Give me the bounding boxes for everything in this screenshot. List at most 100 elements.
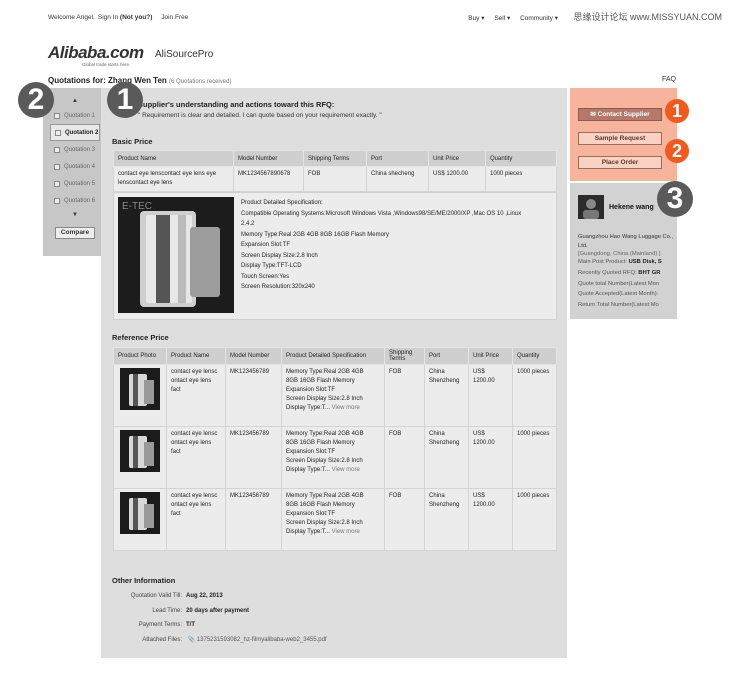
quotation-item-2[interactable]: Quotation 2	[50, 124, 100, 141]
product-name-cell: contact eye lenscontact eye lens eye len…	[113, 166, 234, 192]
payment-terms-value: T/T	[186, 622, 195, 628]
phone-case-icon: E-TEC	[118, 197, 234, 313]
contact-supplier-button[interactable]: ✉ Contact Supplier	[578, 108, 662, 121]
port-cell: China Shenzheng	[424, 426, 469, 489]
spec-line: Screen Display Size:2.8 Inch	[241, 252, 318, 259]
checkbox[interactable]	[54, 180, 60, 187]
compare-button[interactable]: Compare	[55, 227, 95, 239]
rfq-statement: " Requirement is clear and detailed. I c…	[138, 112, 382, 119]
table-row: contact eye lensc ontact eye lens fact M…	[113, 364, 557, 427]
spec-line: Expansion Slot:TF	[286, 449, 336, 455]
spec-line: Screen Display Size:2.8 Inch	[286, 458, 363, 464]
view-more-link[interactable]: View more	[332, 405, 360, 411]
quotation-item-6[interactable]: Quotation 6	[50, 192, 100, 209]
sample-request-button[interactable]: Sample Request	[578, 132, 662, 145]
view-more-link[interactable]: View more	[332, 529, 360, 535]
product-thumbnail[interactable]	[120, 368, 160, 410]
quotation-item-3[interactable]: Quotation 3	[50, 141, 100, 158]
quotation-item-1[interactable]: Quotation 1	[50, 107, 100, 124]
spec-line: Display Type:T...	[286, 529, 330, 535]
spec-line: Memory Type:Real 2GB 4GB	[286, 369, 364, 375]
column-header: Port	[366, 150, 429, 167]
phone-case-icon	[120, 368, 160, 410]
scroll-up-arrow-icon[interactable]: ▲	[50, 95, 100, 107]
port-cell: China Shenzheng	[424, 364, 469, 427]
port-cell: China Shenzheng	[424, 488, 469, 551]
person-icon	[578, 195, 604, 219]
quotation-label: Quotation 6	[64, 197, 96, 204]
product-thumbnail[interactable]	[120, 492, 160, 534]
checkbox[interactable]	[54, 146, 60, 153]
main-product-label: Main Post Product:	[578, 259, 627, 265]
supplier-company[interactable]: Guangzhou Hao Wang Luggage Co., Ltd.	[578, 233, 674, 250]
sign-in-link[interactable]: Sign In	[98, 14, 118, 21]
spec-title: Product Detailed Specification:	[241, 200, 323, 206]
checkbox[interactable]	[54, 163, 60, 170]
product-photo-cell[interactable]	[113, 488, 167, 551]
phone-case-icon	[120, 430, 160, 472]
model-number-cell: MK1234567890678	[233, 166, 304, 192]
supplier-name[interactable]: Hekene wang	[609, 204, 654, 211]
spec-line: 8GB 16GB Flash Memory	[286, 378, 355, 384]
product-thumbnail[interactable]	[120, 430, 160, 472]
buy-menu[interactable]: Buy ▾	[468, 15, 484, 22]
annotation-badge-1: 1	[107, 82, 143, 118]
supplier-avatar[interactable]	[578, 195, 604, 219]
place-order-button[interactable]: Place Order	[578, 156, 662, 169]
basic-price-table: Product Name Model Number Shipping Terms…	[113, 150, 557, 192]
column-header: Model Number	[225, 347, 282, 365]
logo-tagline: Global trade starts here.	[82, 62, 131, 67]
checkbox[interactable]	[54, 197, 60, 204]
checkbox[interactable]	[55, 129, 61, 136]
attached-file-link[interactable]: 1375231593082_hz-filmyalibaba-web2_3455.…	[197, 637, 327, 643]
column-header: Quantity	[512, 347, 557, 365]
lead-time-row: Lead Time: 20 days after payment	[112, 608, 249, 614]
product-photo-cell[interactable]	[113, 426, 167, 489]
basic-price-heading: Basic Price	[112, 137, 153, 146]
welcome-text: Welcome Angel,	[48, 14, 95, 21]
column-header: Unit Price	[468, 347, 513, 365]
column-header: Product Photo	[113, 347, 167, 365]
column-header: Shipping Terms	[303, 150, 367, 167]
phone-case-icon	[120, 492, 160, 534]
annotation-badge-2: 2	[18, 82, 54, 118]
envelope-icon: ✉	[590, 111, 596, 118]
model-number-cell: MK123456789	[225, 426, 282, 489]
view-more-link[interactable]: View more	[332, 467, 360, 473]
main-product-value: USB Disk, S	[628, 259, 662, 265]
main-product-row: Main Post Product: USB Disk, S	[578, 257, 674, 268]
alibaba-logo-mark: Alibaba.com	[48, 43, 144, 62]
column-header: Quantity	[485, 150, 557, 167]
quotation-label: Quotation 4	[64, 163, 96, 170]
quantity-cell: 1000 pieces	[512, 488, 557, 551]
not-you-link[interactable]: (Not you?)	[120, 14, 153, 21]
quotation-item-4[interactable]: Quotation 4	[50, 158, 100, 175]
quotation-item-5[interactable]: Quotation 5	[50, 175, 100, 192]
join-free-link[interactable]: Join Free	[161, 14, 188, 21]
spec-cell: Memory Type:Real 2GB 4GB 8GB 16GB Flash …	[281, 426, 385, 489]
column-header: Shipping Terms	[384, 347, 425, 365]
supplier-stats: Main Post Product: USB Disk, S Recently …	[578, 257, 674, 311]
community-menu[interactable]: Community ▾	[520, 15, 558, 22]
spec-line: Display Type:TFT-LCD	[241, 263, 302, 269]
annotation-badge-orange-1: 1	[665, 99, 689, 123]
spec-line: Compatible Operating Systems:Microsoft W…	[241, 210, 522, 217]
faq-link[interactable]: FAQ	[662, 76, 676, 83]
attached-files-label: Attached Files:	[142, 637, 182, 643]
sell-menu[interactable]: Sell ▾	[494, 15, 510, 22]
recent-rfq-row: Recently Quoted RFQ: BHT GR	[578, 268, 674, 279]
scroll-down-arrow-icon[interactable]: ▼	[50, 209, 100, 221]
spec-line: Screen Display Size:2.8 Inch	[286, 520, 363, 526]
spec-line: Screen Display Size:2.8 Inch	[286, 396, 363, 402]
product-photo-cell[interactable]	[113, 364, 167, 427]
checkbox[interactable]	[54, 112, 60, 119]
spec-line: Memory Type:Real 2GB 4GB	[286, 431, 364, 437]
product-name-cell: contact eye lensc ontact eye lens fact	[166, 426, 226, 489]
shipping-terms-cell: FOB	[384, 488, 425, 551]
spec-line: Expansion Slot:TF	[286, 387, 336, 393]
product-image[interactable]: E-TEC	[118, 197, 234, 313]
port-cell: China shecheng	[366, 166, 429, 192]
spec-line: Display Type:T...	[286, 405, 330, 411]
spec-line: Memory Type:Real 2GB 4GB	[286, 493, 364, 499]
recent-rfq-label: Recently Quoted RFQ:	[578, 269, 637, 276]
